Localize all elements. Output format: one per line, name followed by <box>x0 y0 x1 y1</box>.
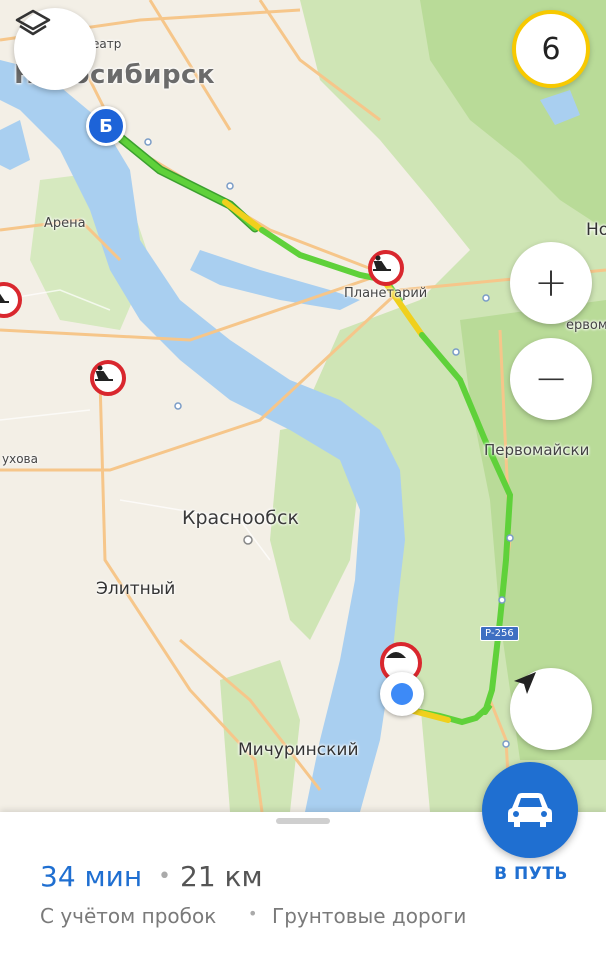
roadworks-icon[interactable] <box>368 250 404 286</box>
route-time: 34 мин <box>40 860 143 893</box>
location-dot <box>391 683 413 705</box>
sheet-drag-handle[interactable] <box>276 818 330 824</box>
krasnoobsk-label: Краснообск <box>182 507 299 529</box>
separator-dot: • <box>158 864 171 889</box>
roadworks-icon[interactable] <box>90 360 126 396</box>
elitny-label: Элитный <box>96 579 176 599</box>
route-distance: 21 км <box>180 860 263 893</box>
car-icon <box>508 793 552 827</box>
separator-dot: • <box>248 904 258 923</box>
traffic-note: С учётом пробок <box>40 904 217 928</box>
go-button-label[interactable]: В ПУТЬ <box>480 864 582 884</box>
zoom-out-button[interactable]: − <box>510 338 592 420</box>
road-type-note: Грунтовые дороги <box>272 904 467 928</box>
no-label: Но <box>586 220 606 240</box>
theatre-label: еатр <box>92 37 122 51</box>
map-view[interactable]: Новосибирск еатр Арена Планетарий Но ерв… <box>0 0 606 812</box>
michurinsky-label: Мичуринский <box>238 740 359 760</box>
current-location-marker[interactable] <box>380 672 424 716</box>
my-location-button[interactable] <box>510 668 592 750</box>
planetarium-label: Планетарий <box>344 286 428 301</box>
pervomaysky-label: Первомайски <box>484 441 590 459</box>
destination-marker[interactable]: Б <box>86 106 126 146</box>
street-label: ухова <box>2 452 38 466</box>
arena-label: Арена <box>44 216 86 231</box>
road-number-badge: Р-256 <box>480 626 519 641</box>
go-button[interactable] <box>482 762 578 858</box>
layers-button[interactable] <box>14 8 96 90</box>
zoom-in-button[interactable]: + <box>510 242 592 324</box>
navigation-arrow-icon <box>514 672 536 694</box>
traffic-level-button[interactable]: 6 <box>512 10 590 88</box>
pervom-road-label: ервом <box>566 318 606 333</box>
layers-icon <box>15 9 51 36</box>
